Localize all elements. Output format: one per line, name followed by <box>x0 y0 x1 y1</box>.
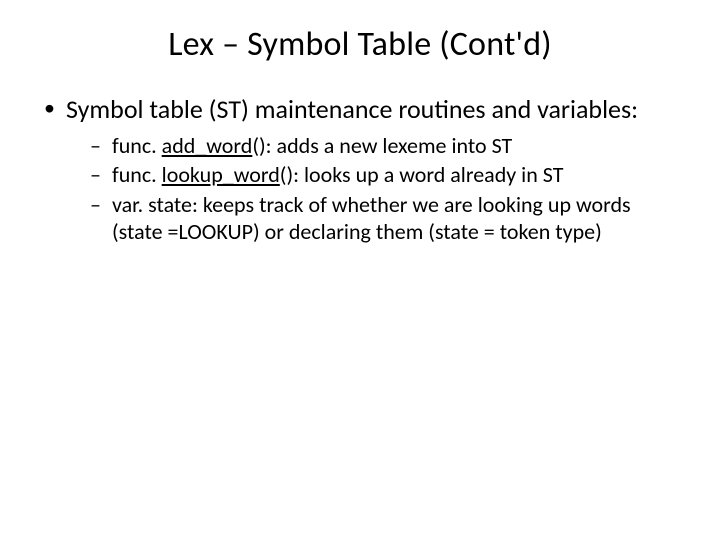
sub-bullet-3: var. state: keeps track of whether we ar… <box>90 191 680 246</box>
sub-bullet-1: func. add_word(): adds a new lexeme into… <box>90 132 680 160</box>
bullet-item-1: Symbol table (ST) maintenance routines a… <box>40 93 680 246</box>
sub2-underline: lookup_word <box>162 161 280 188</box>
bullet-list-level1: Symbol table (ST) maintenance routines a… <box>40 93 680 246</box>
sub2-post: (): looks up a word already in ST <box>280 161 564 188</box>
sub1-underline: add_word <box>162 132 253 159</box>
slide-title: Lex – Symbol Table (Cont'd) <box>0 0 720 83</box>
sub3-text: var. state: keeps track of whether we ar… <box>112 191 631 246</box>
sub-bullet-2: func. lookup_word(): looks up a word alr… <box>90 161 680 189</box>
slide: Lex – Symbol Table (Cont'd) Symbol table… <box>0 0 720 540</box>
sub1-post: (): adds a new lexeme into ST <box>252 132 512 159</box>
bullet-1-text: Symbol table (ST) maintenance routines a… <box>66 93 638 125</box>
sub1-pre: func. <box>112 132 162 159</box>
sub2-pre: func. <box>112 161 162 188</box>
slide-body: Symbol table (ST) maintenance routines a… <box>0 83 720 246</box>
bullet-list-level2: func. add_word(): adds a new lexeme into… <box>66 132 680 246</box>
